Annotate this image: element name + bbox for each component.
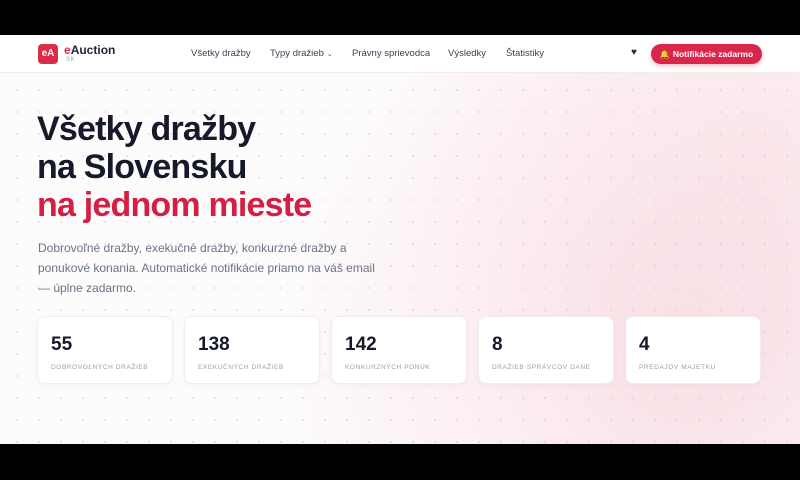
stat-value: 8 [492,334,503,355]
stat-value: 138 [198,334,230,355]
stat-card-bankruptcy[interactable]: 142 KONKURZNÝCH PONÚK [331,316,467,384]
stat-value: 142 [345,334,377,355]
stat-card-tax-administrator[interactable]: 8 DRAŽIEB SPRÁVCOV DANE [478,316,614,384]
nav-link-all-auctions[interactable]: Všetky dražby [191,48,251,60]
nav-link-statistics[interactable]: Štatistiky [506,48,544,60]
notifications-button[interactable]: 🔔 Notifikácie zadarmo [651,44,762,64]
nav-link-auction-types-label: Typy dražieb [270,48,324,59]
stat-label: KONKURZNÝCH PONÚK [345,364,431,371]
logo-name-prefix: e [64,43,71,57]
nav-link-legal-guide[interactable]: Právny sprievodca [352,48,430,60]
nav-link-auction-types[interactable]: Typy dražieb ⌄ [270,48,333,61]
hero-title-line-3: na jednom mieste [37,186,312,224]
hero-description: Dobrovoľné dražby, exekučné dražby, konk… [38,241,375,295]
stat-value: 4 [639,334,650,355]
stat-label: PREDAJOV MAJETKU [639,364,716,371]
stat-card-asset-sales[interactable]: 4 PREDAJOV MAJETKU [625,316,761,384]
logo-mark[interactable]: eA [38,44,58,64]
stat-label: DOBROVOĽNÝCH DRAŽIEB [51,364,149,371]
nav-link-results[interactable]: Výsledky [448,48,486,60]
logo-name[interactable]: eAuction [64,44,115,56]
logo-name-rest: Auction [70,43,116,57]
stat-label: EXEKUČNÝCH DRAŽIEB [198,364,284,371]
top-navbar: eA eAuction SK Všetky dražby Typy dražie… [0,35,800,73]
bell-icon: 🔔 [659,50,670,59]
chevron-down-icon: ⌄ [326,51,333,58]
stat-label: DRAŽIEB SPRÁVCOV DANE [492,364,591,371]
notifications-button-label: Notifikácie zadarmo [672,49,754,59]
hero-title-line-2: na Slovensku [37,148,247,186]
browser-viewport: eA eAuction SK Všetky dražby Typy dražie… [0,35,800,444]
stat-card-enforcement[interactable]: 138 EXEKUČNÝCH DRAŽIEB [184,316,320,384]
hero-title: Všetky dražby na Slovensku na jednom mie… [37,110,312,224]
stat-value: 55 [51,334,73,355]
hero-title-line-1: Všetky dražby [37,110,256,148]
heart-icon[interactable]: ♥ [628,47,640,59]
stat-card-voluntary[interactable]: 55 DOBROVOĽNÝCH DRAŽIEB [37,316,173,384]
logo-subtitle: SK [66,57,76,63]
